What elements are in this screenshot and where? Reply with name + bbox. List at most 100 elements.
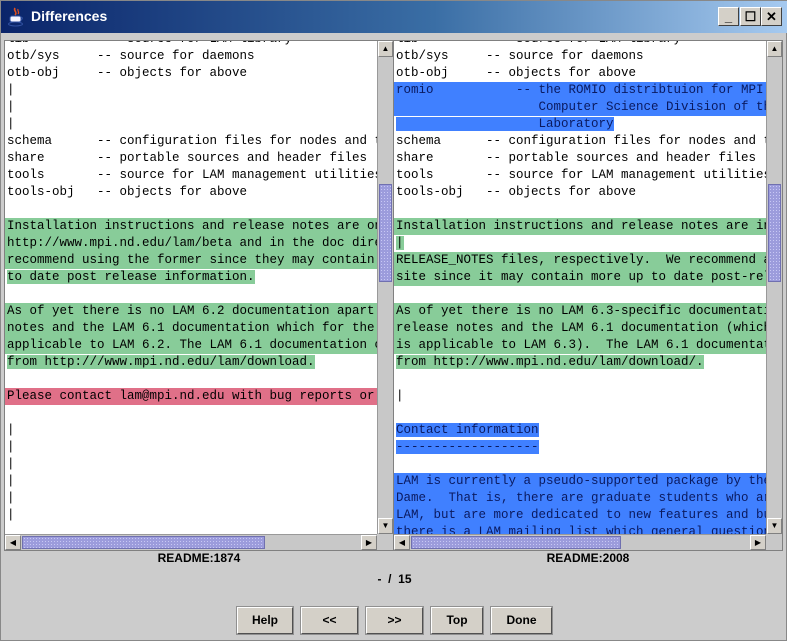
diff-line-text: otb-obj -- objects for above	[7, 66, 248, 80]
close-button[interactable]: ✕	[761, 7, 782, 26]
java-cup-icon	[8, 7, 23, 27]
next-difference-button[interactable]: >>	[365, 606, 424, 635]
diff-line	[394, 201, 766, 218]
diff-line-text: Contact information	[396, 423, 539, 437]
arrow-right-icon: ▶	[754, 538, 762, 547]
diff-line-text: share -- portable sources and header fil…	[7, 151, 368, 165]
diff-line-text: |	[7, 508, 15, 522]
right-vertical-scrollbar[interactable]: ▲ ▼	[766, 41, 782, 534]
diff-line: Computer Science Division of the A	[394, 99, 766, 116]
left-file-pane: lib -- source for LAM library otb/sys -- …	[4, 40, 394, 551]
diff-line-text: As of yet there is no LAM 6.2 documentat…	[7, 304, 377, 318]
diff-line: schema -- configuration files for nodes …	[394, 133, 766, 150]
diff-line-text: tools-obj -- objects for above	[396, 185, 637, 199]
right-vertical-thumb[interactable]	[768, 184, 781, 283]
right-text-area[interactable]: lib -- source for LAM library otb/sys -- …	[394, 41, 766, 534]
diff-line-text: |	[7, 117, 15, 131]
diff-line-text: Computer Science Division of the A	[396, 100, 766, 114]
left-vertical-thumb[interactable]	[379, 184, 392, 283]
button-bar: Help << >> Top Done	[1, 606, 787, 635]
diff-line: from http:///www.mpi.nd.edu/lam/download…	[5, 354, 377, 371]
diff-line: tools-obj -- objects for above	[394, 184, 766, 201]
diff-line: notes and the LAM 6.1 documentation whic…	[5, 320, 377, 337]
diff-line: Laboratory	[394, 116, 766, 133]
scroll-right-button[interactable]: ▶	[361, 535, 377, 550]
diff-line: -------------------	[394, 439, 766, 456]
done-button[interactable]: Done	[490, 606, 553, 635]
diff-line: schema -- configuration files for nodes …	[5, 133, 377, 150]
diff-line: As of yet there is no LAM 6.3-specific d…	[394, 303, 766, 320]
diff-line: lib -- source for LAM library	[5, 41, 377, 48]
diff-line: |	[394, 388, 766, 405]
right-lines: lib -- source for LAM library otb/sys -- …	[394, 41, 766, 534]
diff-line-text: tools -- source for LAM management utili…	[7, 168, 377, 182]
scroll-corner	[377, 534, 393, 550]
diff-line: otb/sys -- source for daemons	[5, 48, 377, 65]
diff-line: RELEASE_NOTES files, respectively. We re…	[394, 252, 766, 269]
left-lines: lib -- source for LAM library otb/sys -- …	[5, 41, 377, 524]
diff-line-text: is applicable to LAM 6.3). The LAM 6.1 d…	[396, 338, 766, 352]
scroll-down-button[interactable]: ▼	[767, 518, 782, 534]
diff-line: Installation instructions and release no…	[394, 218, 766, 235]
diff-line: tools -- source for LAM management utili…	[394, 167, 766, 184]
arrow-left-icon: ◀	[9, 538, 17, 547]
arrow-down-icon: ▼	[381, 521, 390, 530]
current-difference: -	[377, 572, 382, 586]
diff-line-text: from http:///www.mpi.nd.edu/lam/download…	[7, 355, 315, 369]
diff-line-text: |	[7, 423, 15, 437]
diff-line-text: |	[396, 236, 404, 250]
diff-line-text: release notes and the LAM 6.1 documentat…	[396, 321, 766, 335]
top-button[interactable]: Top	[430, 606, 484, 635]
right-horizontal-thumb[interactable]	[411, 536, 621, 549]
diff-line: from http://www.mpi.nd.edu/lam/download/…	[394, 354, 766, 371]
diff-line	[394, 456, 766, 473]
diff-line: LAM, but are more dedicated to new featu…	[394, 507, 766, 524]
diff-line-text: Installation instructions and release no…	[396, 219, 766, 233]
diff-line: applicable to LAM 6.2. The LAM 6.1 docum…	[5, 337, 377, 354]
left-text-area[interactable]: lib -- source for LAM library otb/sys -- …	[5, 41, 377, 534]
maximize-icon: ☐	[744, 9, 757, 24]
diff-line: tools -- source for LAM management utili…	[5, 167, 377, 184]
arrow-up-icon: ▲	[381, 44, 390, 53]
left-vertical-scrollbar[interactable]: ▲ ▼	[377, 41, 393, 534]
diff-line-text: notes and the LAM 6.1 documentation whic…	[7, 321, 377, 335]
diff-line: romio -- the ROMIO distribtuion for MPI …	[394, 82, 766, 99]
right-horizontal-scrollbar[interactable]: ◀ ▶	[394, 534, 766, 550]
diff-line-text: schema -- configuration files for nodes …	[7, 134, 377, 148]
diff-line-text: LAM is currently a pseudo-supported pack…	[396, 474, 766, 488]
scroll-up-button[interactable]: ▲	[378, 41, 393, 57]
maximize-button[interactable]: ☐	[740, 7, 761, 26]
diff-line: share -- portable sources and header fil…	[5, 150, 377, 167]
scroll-up-button[interactable]: ▲	[767, 41, 782, 57]
diff-line: |	[5, 116, 377, 133]
diff-line: there is a LAM mailing list which genera…	[394, 524, 766, 534]
diff-line-text: otb/sys -- source for daemons	[7, 49, 255, 63]
scroll-left-button[interactable]: ◀	[394, 535, 410, 550]
title-bar[interactable]: Differences _ ☐ ✕	[1, 1, 787, 33]
arrow-up-icon: ▲	[770, 44, 779, 53]
diff-line: |	[5, 99, 377, 116]
scroll-right-button[interactable]: ▶	[750, 535, 766, 550]
diff-line-text: recommend using the former since they ma…	[7, 253, 377, 267]
diff-line-text: |	[7, 474, 15, 488]
window-title: Differences	[31, 8, 108, 24]
diff-line: |	[5, 507, 377, 524]
diff-line: is applicable to LAM 6.3). The LAM 6.1 d…	[394, 337, 766, 354]
diff-line-text: lib -- source for LAM library	[396, 41, 681, 46]
diff-line-text: |	[396, 389, 404, 403]
previous-difference-button[interactable]: <<	[300, 606, 359, 635]
diff-line: share -- portable sources and header fil…	[394, 150, 766, 167]
diff-line: Dame. That is, there are graduate studen…	[394, 490, 766, 507]
help-button[interactable]: Help	[236, 606, 294, 635]
diff-line: |	[5, 490, 377, 507]
scroll-left-button[interactable]: ◀	[5, 535, 21, 550]
left-horizontal-thumb[interactable]	[22, 536, 265, 549]
diff-line-text: |	[7, 457, 15, 471]
diff-line	[5, 286, 377, 303]
scroll-down-button[interactable]: ▼	[378, 518, 393, 534]
left-horizontal-scrollbar[interactable]: ◀ ▶	[5, 534, 377, 550]
diff-line	[5, 405, 377, 422]
diff-line-text: applicable to LAM 6.2. The LAM 6.1 docum…	[7, 338, 377, 352]
diff-line-text: romio -- the ROMIO distribtuion for MPI …	[396, 83, 766, 97]
minimize-button[interactable]: _	[718, 7, 739, 26]
